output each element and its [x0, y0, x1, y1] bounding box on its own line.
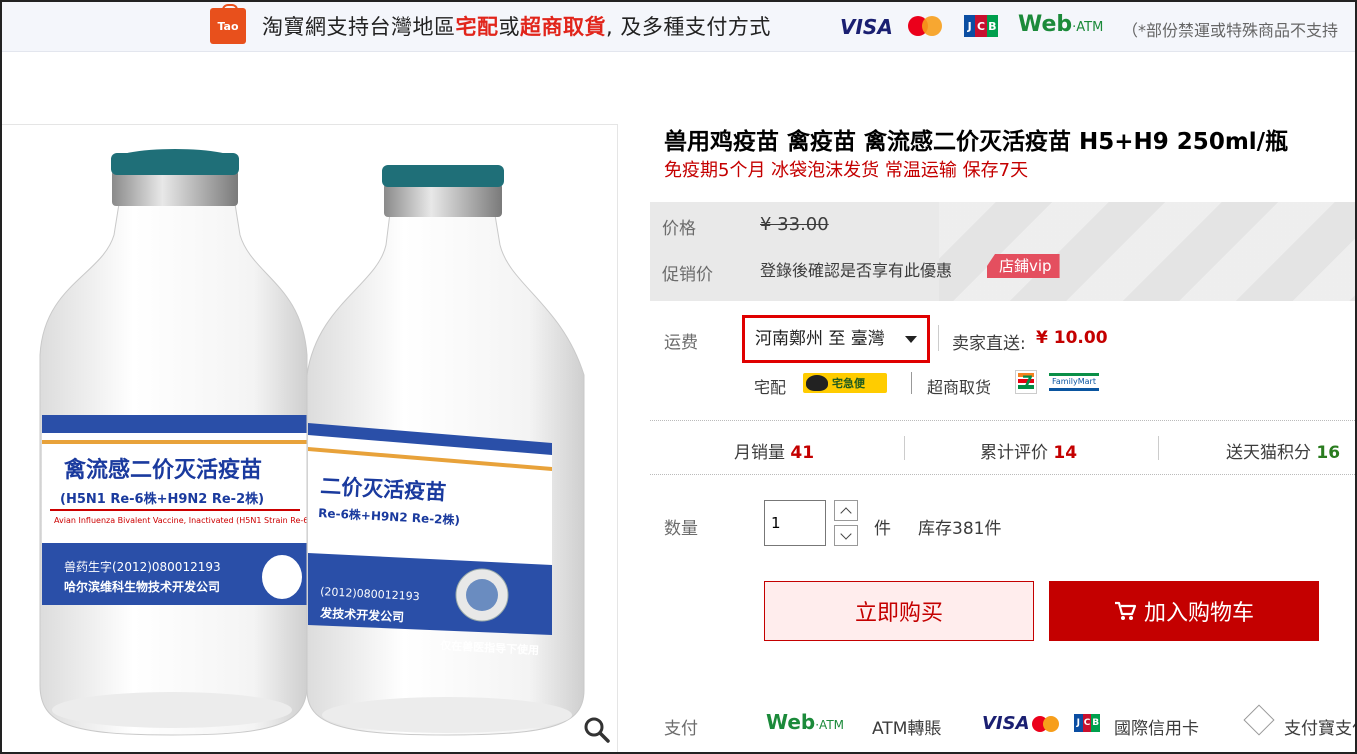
stock-count: 库存381件 — [918, 519, 1002, 539]
webatm-logo-main: Web — [1018, 12, 1073, 37]
quantity-unit: 件 — [874, 519, 891, 539]
alipay-label: 支付寶支付 — [1284, 719, 1355, 739]
vaccine-bottles-image: 禽流感二价灭活疫苗 (H5N1 Re-6株+H9N2 Re-2株) Avian … — [39, 149, 585, 736]
review-count-label: 累计评价 — [980, 443, 1054, 463]
alipay-icon — [1243, 704, 1275, 736]
add-to-cart-label: 加入购物车 — [1143, 601, 1254, 626]
shipping-route-select[interactable]: 河南鄭州 至 臺灣 — [742, 315, 930, 363]
seller-direct-label: 卖家直送: — [952, 334, 1026, 354]
price-panel: 价格 ¥ 33.00 促销价 登錄後確認是否享有此優惠 店鋪vip — [650, 202, 1355, 301]
intl-credit-card-label: 國際信用卡 — [1114, 719, 1199, 739]
divider — [938, 325, 939, 351]
zoom-icon[interactable] — [582, 715, 612, 745]
divider — [911, 372, 912, 394]
monthly-sales-value: 41 — [790, 443, 815, 463]
svg-text:(H5N1 Re-6株+H9N2 Re-2株): (H5N1 Re-6株+H9N2 Re-2株) — [60, 491, 264, 507]
pay-webatm-main: Web — [766, 710, 816, 734]
product-subtitle: 免疫期5个月 冰袋泡沫发货 常温运输 保存7天 — [664, 160, 1029, 181]
divider — [1158, 436, 1159, 460]
store-pickup-label: 超商取货 — [927, 378, 992, 397]
jcb-logo: JCB — [1074, 714, 1101, 732]
banner-note: （*部份禁運或特殊商品不支持 — [1122, 21, 1339, 40]
visa-logo: VISA — [982, 713, 1030, 734]
monthly-sales-label: 月销量 — [734, 443, 791, 463]
seven-eleven-logo: 7 — [1015, 370, 1037, 394]
banner-text-home-delivery: 宅配 — [455, 15, 499, 39]
top-banner: Tao 淘寶網支持台灣地區宅配或超商取貨, 及多種支付方式 VISA JCB W… — [2, 2, 1355, 52]
banner-text-prefix: 淘寶網支持台灣地區 — [262, 15, 456, 39]
mastercard-logo — [1032, 714, 1062, 734]
quantity-label: 数量 — [664, 519, 698, 539]
webatm-logo: Web·ATM — [1018, 12, 1103, 37]
cart-icon — [1114, 601, 1136, 620]
banner-message: 淘寶網支持台灣地區宅配或超商取貨, 及多種支付方式 — [262, 11, 771, 41]
visa-logo: VISA — [840, 15, 893, 39]
shipping-label: 运费 — [664, 333, 698, 353]
product-title: 兽用鸡疫苗 禽疫苗 禽流感二价灭活疫苗 H5+H9 250ml/瓶 — [664, 129, 1289, 155]
mastercard-logo — [908, 14, 944, 38]
quantity-decrease-button[interactable] — [834, 525, 858, 546]
buy-now-button[interactable]: 立即购买 — [764, 581, 1034, 641]
original-price: ¥ 33.00 — [760, 214, 829, 235]
banner-text-store-pickup: 超商取貨 — [520, 15, 606, 39]
buy-now-label: 立即购买 — [854, 601, 943, 626]
taobao-logo[interactable]: Tao — [210, 4, 246, 44]
promo-price-label: 促销价 — [662, 265, 713, 285]
chevron-down-icon — [905, 336, 917, 343]
pay-webatm-sub: ·ATM — [815, 718, 845, 732]
familymart-logo: FamilyMart — [1049, 373, 1099, 391]
atm-transfer-label: ATM轉賬 — [872, 719, 942, 739]
webatm-logo: Web·ATM — [766, 710, 844, 734]
bottle-right: 二价灭活疫苗 Re-6株+H9N2 Re-2株) (2012)080012193… — [306, 165, 585, 736]
shipping-route-text: 河南鄭州 至 臺灣 — [755, 329, 885, 349]
shop-vip-badge: 店鋪vip — [987, 254, 1060, 278]
svg-text:禽流感二价灭活疫苗: 禽流感二价灭活疫苗 — [63, 457, 262, 483]
price-label: 价格 — [662, 219, 696, 239]
webatm-logo-sub: ·ATM — [1072, 20, 1104, 35]
banner-text-or: 或 — [498, 15, 520, 39]
review-count[interactable]: 累计评价 14 — [980, 438, 1077, 463]
takkyubin-logo: 宅急便 — [803, 373, 887, 393]
quantity-increase-button[interactable] — [834, 500, 858, 521]
tmall-points: 送天猫积分 16 — [1226, 438, 1340, 463]
add-to-cart-button[interactable]: 加入购物车 — [1049, 581, 1319, 641]
svg-text:哈尔滨维科生物技术开发公司: 哈尔滨维科生物技术开发公司 — [64, 579, 220, 594]
divider — [650, 420, 1355, 421]
page-frame: Tao 淘寶網支持台灣地區宅配或超商取貨, 及多種支付方式 VISA JCB W… — [0, 0, 1357, 754]
tmall-points-value: 16 — [1316, 443, 1341, 463]
black-cat-icon — [806, 375, 828, 391]
takkyubin-text: 宅急便 — [832, 377, 865, 390]
banner-text-suffix: , 及多種支付方式 — [606, 15, 771, 39]
monthly-sales: 月销量 41 — [734, 438, 814, 463]
promo-login-note: 登錄後確認是否享有此優惠 — [760, 261, 953, 280]
shipping-cost: ¥ 10.00 — [1036, 328, 1108, 348]
tmall-points-label: 送天猫积分 — [1226, 443, 1317, 463]
svg-text:兽药生字(2012)080012193: 兽药生字(2012)080012193 — [64, 559, 221, 574]
product-image[interactable]: 禽流感二价灭活疫苗 (H5N1 Re-6株+H9N2 Re-2株) Avian … — [2, 124, 618, 752]
jcb-logo: JCB — [964, 15, 998, 37]
payment-label: 支付 — [664, 719, 698, 739]
divider — [650, 474, 1355, 475]
review-count-value: 14 — [1053, 443, 1078, 463]
quantity-input[interactable] — [764, 500, 826, 546]
home-delivery-label: 宅配 — [754, 378, 787, 397]
divider — [904, 436, 905, 460]
taobao-logo-text: Tao — [217, 19, 239, 33]
